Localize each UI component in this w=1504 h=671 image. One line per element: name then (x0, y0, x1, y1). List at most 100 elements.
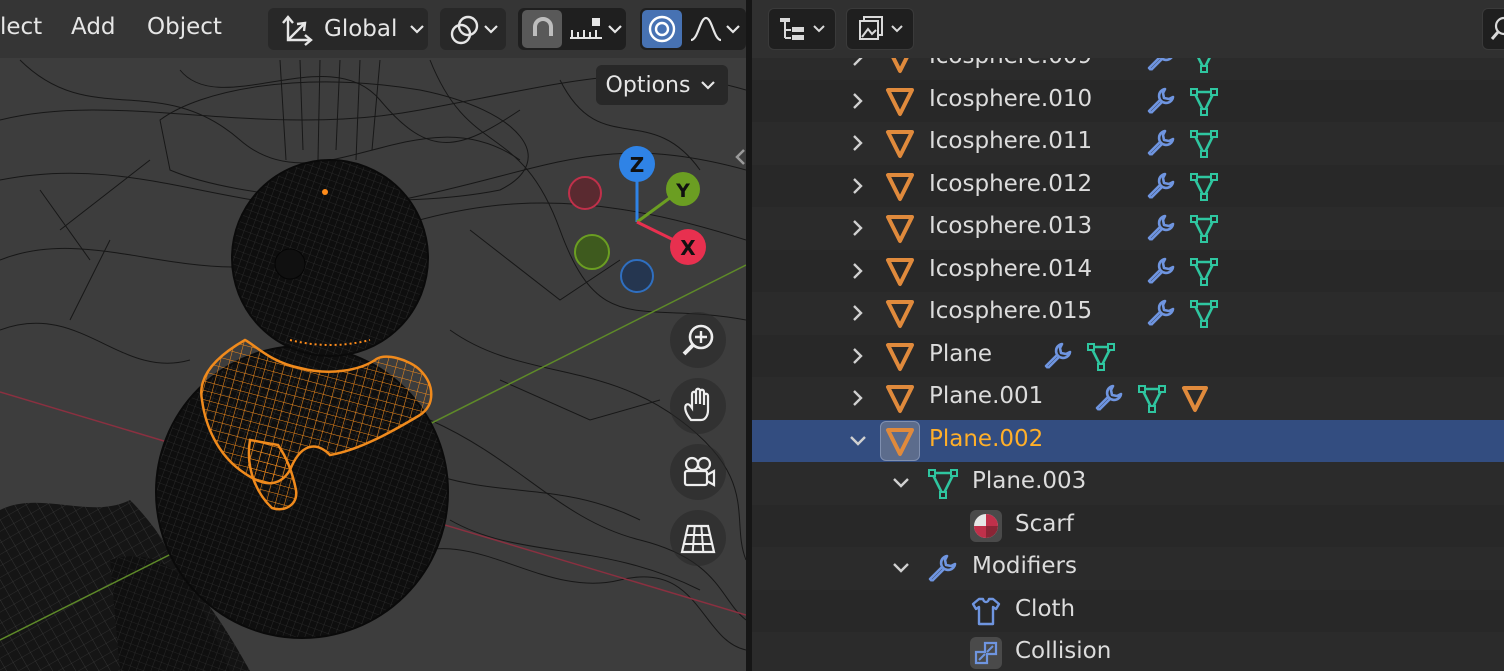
mesh-data-icon[interactable] (1085, 340, 1117, 372)
zoom-button[interactable] (670, 312, 726, 368)
outliner-row[interactable]: Icosphere.010 (752, 79, 1504, 122)
chevron-down-icon[interactable] (887, 469, 915, 497)
mesh-data-icon[interactable] (1188, 297, 1220, 329)
wrench-icon[interactable] (1093, 382, 1125, 414)
mesh-object-icon[interactable] (883, 424, 917, 458)
search-field[interactable] (1482, 8, 1504, 50)
chevron-right-icon[interactable] (844, 87, 872, 115)
chevron-right-icon[interactable] (844, 214, 872, 242)
chevron-down-icon (813, 25, 825, 33)
navigation-gizmo[interactable]: Z Y X (568, 146, 706, 293)
3d-viewport[interactable]: Z Y X lect Add Object Global Options (0, 0, 746, 671)
outliner-row[interactable]: Modifiers (752, 547, 1504, 590)
wrench-icon[interactable] (1145, 212, 1177, 244)
outliner-row[interactable]: Collision (752, 632, 1504, 671)
grid-ortho-icon (680, 524, 716, 554)
menu-select[interactable]: lect (0, 14, 42, 40)
snapping-group[interactable] (518, 8, 626, 50)
wrench-icon[interactable] (1145, 255, 1177, 287)
mesh-object-icon[interactable] (883, 381, 917, 415)
blender-window: Z Y X lect Add Object Global Options Ico… (0, 0, 1504, 671)
camera-view-button[interactable] (670, 444, 726, 500)
mesh-object-icon[interactable] (883, 296, 917, 330)
row-label: Icosphere.010 (929, 85, 1093, 112)
outliner-row[interactable]: Plane.003 (752, 462, 1504, 505)
chevron-down-icon (410, 25, 425, 34)
ortho-toggle-button[interactable] (670, 510, 726, 566)
outliner-row[interactable]: Icosphere.014 (752, 249, 1504, 292)
mesh-data-icon[interactable] (1188, 85, 1220, 117)
wrench-icon[interactable] (1145, 127, 1177, 159)
wrench-icon[interactable] (1042, 340, 1074, 372)
row-label: Plane.003 (972, 468, 1087, 494)
object-icon[interactable] (1179, 382, 1211, 414)
outliner-panel: Icosphere.009 Icosphere.010 Icosphere.01… (752, 0, 1504, 671)
transform-orientation-dropdown[interactable]: Global (268, 8, 428, 50)
proportional-edit-icon (648, 15, 676, 43)
row-label: Icosphere.014 (929, 255, 1093, 282)
mesh-object-icon[interactable] (883, 211, 917, 245)
outliner-row[interactable]: Icosphere.011 (752, 122, 1504, 165)
display-mode-dropdown[interactable] (768, 8, 836, 50)
mesh-object-icon[interactable] (883, 84, 917, 118)
chevron-right-icon[interactable] (844, 299, 872, 327)
mesh-object-icon[interactable] (883, 254, 917, 288)
pan-button[interactable] (670, 378, 726, 434)
outliner-row[interactable]: Icosphere.015 (752, 292, 1504, 335)
wrench-icon[interactable] (1145, 170, 1177, 202)
outliner-row[interactable]: Cloth (752, 589, 1504, 632)
chevron-down-icon (891, 25, 903, 33)
options-dropdown[interactable]: Options (596, 65, 728, 105)
pan-hand-icon (684, 387, 710, 422)
outliner-row[interactable]: Icosphere.013 (752, 207, 1504, 250)
row-label: Cloth (1015, 595, 1076, 622)
snowman-head[interactable] (231, 159, 429, 357)
menu-object[interactable]: Object (147, 14, 222, 40)
mesh-object-icon[interactable] (883, 169, 917, 203)
display-mode-icon (780, 18, 804, 40)
snap-toggle-button[interactable] (522, 10, 562, 48)
menu-add[interactable]: Add (71, 14, 116, 40)
chevron-right-icon[interactable] (844, 172, 872, 200)
outliner-row[interactable]: Plane.001 (752, 377, 1504, 420)
outliner-row[interactable]: Plane.002 (752, 419, 1504, 462)
gizmo-neg-z[interactable] (620, 259, 654, 293)
mesh-data-icon[interactable] (1136, 382, 1168, 414)
filter-dropdown[interactable] (846, 8, 914, 50)
viewport-header: lect Add Object Global (0, 0, 746, 58)
chevron-right-icon[interactable] (844, 129, 872, 157)
cloth-modifier-icon[interactable] (969, 594, 1003, 628)
outliner-row[interactable]: Scarf (752, 504, 1504, 547)
chevron-down-icon[interactable] (844, 427, 872, 455)
chevron-right-icon[interactable] (844, 257, 872, 285)
chevron-down-icon (484, 25, 498, 34)
gizmo-neg-y[interactable] (574, 234, 610, 270)
chevron-right-icon[interactable] (844, 384, 872, 412)
chevron-right-icon[interactable] (844, 342, 872, 370)
proportional-editing-group[interactable] (640, 8, 746, 50)
wrench-icon[interactable] (1145, 85, 1177, 117)
object-origin (322, 189, 328, 195)
material-icon[interactable] (969, 509, 1003, 543)
outliner-row[interactable]: Plane (752, 334, 1504, 377)
sidebar-toggle-icon[interactable] (735, 149, 745, 165)
options-label: Options (605, 72, 691, 98)
mesh-object-icon[interactable] (883, 339, 917, 373)
mesh-data-icon[interactable] (926, 466, 960, 500)
search-icon (1490, 16, 1504, 40)
pivot-point-dropdown[interactable] (440, 8, 506, 50)
mesh-data-icon[interactable] (1188, 127, 1220, 159)
gizmo-neg-x[interactable] (568, 176, 602, 210)
proportional-edit-toggle[interactable] (642, 10, 682, 48)
modifiers-icon[interactable] (926, 551, 960, 585)
outliner-row[interactable]: Icosphere.012 (752, 164, 1504, 207)
chevron-down-icon[interactable] (887, 554, 915, 582)
mesh-data-icon[interactable] (1188, 212, 1220, 244)
mesh-data-icon[interactable] (1188, 255, 1220, 287)
row-label: Plane.001 (929, 383, 1044, 409)
wrench-icon[interactable] (1145, 297, 1177, 329)
row-label: Icosphere.013 (929, 213, 1093, 239)
collision-modifier-icon[interactable] (969, 636, 1003, 670)
mesh-data-icon[interactable] (1188, 170, 1220, 202)
mesh-object-icon[interactable] (883, 126, 917, 160)
